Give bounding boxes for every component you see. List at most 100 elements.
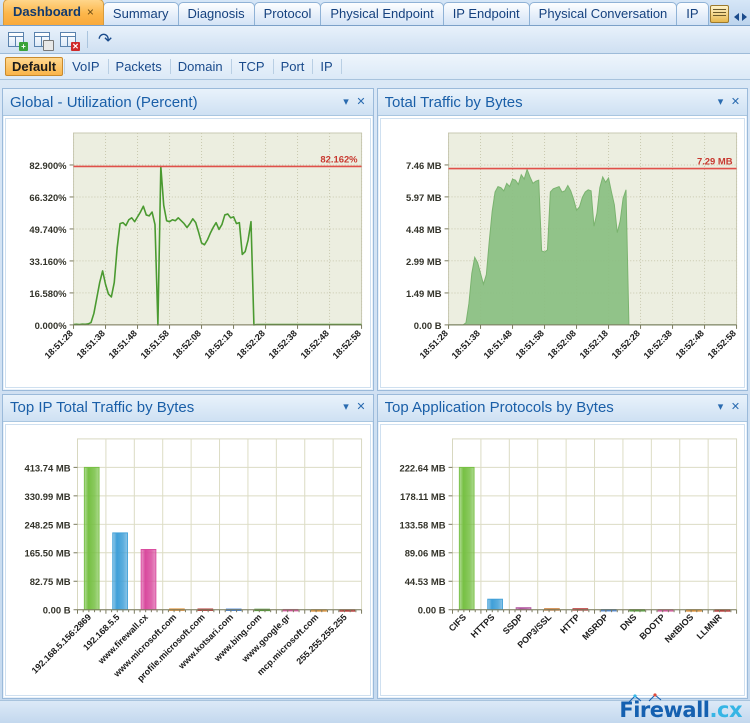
chart-global-utilization[interactable]: 0.000% 16.580% 33.160% 49.740% 66.320% 82.900… — [5, 118, 371, 388]
svg-text:www.google.gr: www.google.gr — [239, 612, 292, 665]
panel-menu-icon[interactable]: ▾ — [713, 95, 728, 110]
panel-header: Top Application Protocols by Bytes ▾ ✕ — [377, 394, 747, 422]
view-item-voip[interactable]: VoIP — [65, 57, 106, 76]
svg-text:82.75 MB: 82.75 MB — [30, 576, 71, 587]
tab-label: Physical Conversation — [538, 6, 668, 21]
svg-text:18:51:38: 18:51:38 — [75, 328, 107, 361]
svg-text:33.160%: 33.160% — [29, 257, 67, 268]
panel-title: Total Traffic by Bytes — [384, 93, 523, 111]
tab-summary[interactable]: Summary — [102, 2, 179, 25]
logo-suffix-text: .cx — [709, 698, 743, 722]
svg-text:18:51:28: 18:51:28 — [43, 328, 75, 361]
svg-text:SSDP: SSDP — [500, 612, 524, 636]
view-item-ip[interactable]: IP — [313, 57, 339, 76]
save-badge-icon — [43, 39, 54, 51]
main-tab-strip: Dashboard × Summary Diagnosis Protocol Physic… — [0, 0, 750, 26]
chart-top-app-protocols[interactable]: 0.00 B 44.53 MB 89.06 MB 133.58 MB 178.11 MB… — [379, 423, 745, 696]
view-item-default[interactable]: Default — [5, 57, 64, 76]
svg-text:www.firewall.cx: www.firewall.cx — [95, 612, 150, 667]
firewall-cx-logo: Firewall.cx — [619, 693, 743, 722]
view-item-tcp[interactable]: TCP — [232, 57, 272, 76]
chart-total-traffic[interactable]: 0.00 B 1.49 MB 2.99 MB 4.48 MB 5.97 MB 7.46 M… — [379, 118, 745, 388]
tab-label: Summary — [112, 6, 169, 21]
svg-text:7.46 MB: 7.46 MB — [405, 161, 441, 172]
svg-text:89.06 MB: 89.06 MB — [404, 548, 445, 559]
panel-menu-icon[interactable]: ▾ — [339, 400, 354, 415]
tab-ip[interactable]: IP — [676, 2, 709, 25]
panel-close-icon[interactable]: ✕ — [728, 95, 743, 110]
tab-overflow-icon[interactable] — [709, 5, 729, 23]
tab-close-icon[interactable]: × — [87, 5, 94, 19]
svg-text:7.29 MB: 7.29 MB — [696, 157, 732, 168]
svg-text:165.50 MB: 165.50 MB — [24, 548, 70, 559]
svg-text:18:52:08: 18:52:08 — [545, 328, 577, 361]
save-panel-button[interactable] — [32, 29, 54, 51]
tab-physical-conversation[interactable]: Physical Conversation — [528, 2, 678, 25]
svg-text:HTTPS: HTTPS — [468, 612, 496, 640]
tab-scroll-controls[interactable] — [733, 13, 747, 25]
tab-scroll-left-icon[interactable] — [733, 13, 739, 21]
view-item-domain[interactable]: Domain — [171, 57, 230, 76]
svg-text:18:52:18: 18:52:18 — [577, 328, 609, 361]
svg-text:MSRDP: MSRDP — [580, 612, 610, 642]
panel-close-icon[interactable]: ✕ — [728, 400, 743, 415]
tab-dashboard[interactable]: Dashboard × — [3, 0, 104, 25]
svg-text:44.53 MB: 44.53 MB — [404, 576, 445, 587]
tab-ip-endpoint[interactable]: IP Endpoint — [442, 2, 530, 25]
svg-text:CIFS: CIFS — [446, 612, 467, 633]
svg-text:16.580%: 16.580% — [29, 289, 67, 300]
tab-label: Protocol — [263, 6, 312, 21]
panel-title: Global - Utilization (Percent) — [10, 93, 198, 111]
chart-top-ip-traffic[interactable]: 0.00 B 82.75 MB 165.50 MB 248.25 MB 330.99 M… — [5, 423, 371, 696]
view-item-packets[interactable]: Packets — [109, 57, 169, 76]
tab-physical-endpoint[interactable]: Physical Endpoint — [320, 2, 444, 25]
svg-text:18:52:38: 18:52:38 — [267, 328, 299, 361]
panel-header: Total Traffic by Bytes ▾ ✕ — [377, 89, 747, 116]
svg-text:0.00 B: 0.00 B — [43, 605, 71, 616]
svg-text:5.97 MB: 5.97 MB — [405, 193, 441, 204]
tab-scroll-right-icon[interactable] — [741, 13, 747, 21]
svg-text:18:52:08: 18:52:08 — [171, 328, 203, 361]
svg-text:82.162%: 82.162% — [320, 154, 358, 165]
panel-close-icon[interactable]: ✕ — [354, 95, 369, 110]
svg-text:18:51:28: 18:51:28 — [417, 328, 449, 361]
view-separator — [340, 59, 342, 74]
delete-panel-button[interactable]: ✕ — [58, 29, 80, 51]
svg-text:178.11 MB: 178.11 MB — [399, 491, 445, 502]
status-bar: Firewall.cx — [0, 693, 750, 723]
svg-text:NetBIOS: NetBIOS — [662, 612, 695, 645]
refresh-button[interactable]: ↷ — [95, 30, 115, 50]
svg-text:222.64 MB: 222.64 MB — [399, 462, 445, 473]
panel-top-app-protocols: Top Application Protocols by Bytes ▾ ✕ 0… — [376, 393, 748, 699]
new-panel-button[interactable]: + — [6, 29, 28, 51]
svg-text:1.49 MB: 1.49 MB — [405, 289, 441, 300]
tab-diagnosis[interactable]: Diagnosis — [177, 2, 255, 25]
tab-protocol[interactable]: Protocol — [253, 2, 322, 25]
view-item-port[interactable]: Port — [274, 57, 312, 76]
delete-badge-icon: ✕ — [71, 41, 80, 51]
tab-label: Dashboard — [13, 4, 81, 19]
svg-text:18:52:28: 18:52:28 — [235, 328, 267, 361]
svg-text:49.740%: 49.740% — [29, 225, 67, 236]
svg-text:82.900%: 82.900% — [29, 161, 67, 172]
svg-text:133.58 MB: 133.58 MB — [399, 519, 445, 530]
panel-menu-icon[interactable]: ▾ — [339, 95, 354, 110]
svg-text:DNS: DNS — [618, 612, 638, 632]
dashboard-grid: Global - Utilization (Percent) ▾ ✕ 0.000… — [0, 86, 750, 701]
svg-text:18:52:58: 18:52:58 — [331, 328, 363, 361]
svg-text:255.255.255.255: 255.255.255.255 — [294, 612, 348, 666]
panel-header: Global - Utilization (Percent) ▾ ✕ — [3, 89, 373, 116]
svg-text:0.00 B: 0.00 B — [413, 321, 441, 332]
panel-menu-icon[interactable]: ▾ — [713, 400, 728, 415]
svg-text:LLMNR: LLMNR — [694, 611, 724, 641]
dashboard-toolbar: + ✕ ↷ — [0, 26, 750, 54]
svg-text:413.74 MB: 413.74 MB — [24, 462, 70, 473]
svg-text:0.000%: 0.000% — [35, 321, 68, 332]
svg-text:18:52:48: 18:52:48 — [673, 328, 705, 361]
tab-label: Diagnosis — [187, 6, 245, 21]
add-badge-icon: + — [19, 41, 28, 51]
panel-close-icon[interactable]: ✕ — [354, 400, 369, 415]
svg-text:18:51:48: 18:51:48 — [481, 328, 513, 361]
svg-text:0.00 B: 0.00 B — [417, 605, 445, 616]
panel-global-utilization: Global - Utilization (Percent) ▾ ✕ 0.000… — [2, 88, 374, 391]
